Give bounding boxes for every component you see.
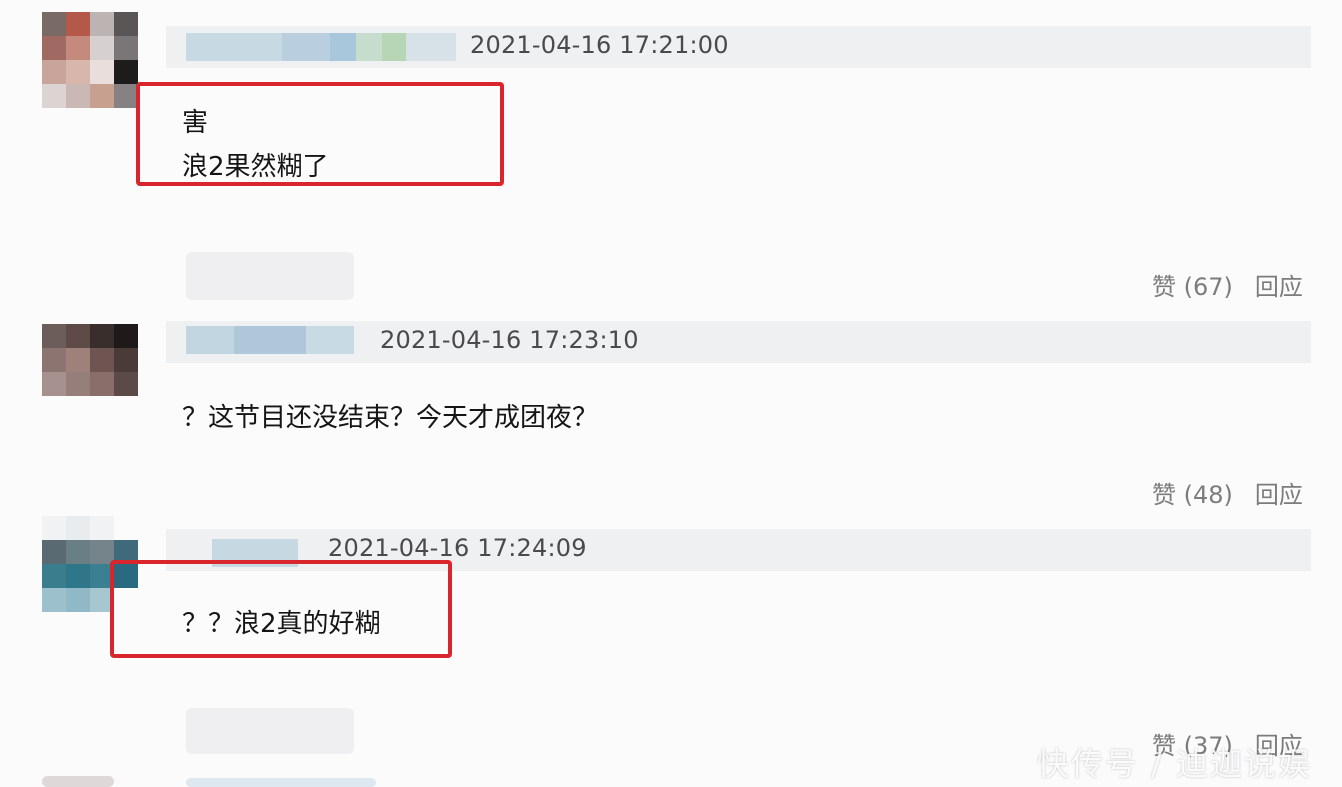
comment-1-actions: 赞 (67) 回应 [1152,267,1303,302]
comment-3-timestamp: 2021-04-16 17:24:09 [328,534,587,562]
comment-2-line-1: ？这节目还没结束？今天才成团夜？ [182,403,599,433]
next-comment-avatar [42,776,114,787]
comment-1-username[interactable] [186,33,456,61]
watermark: 快传号 / 迪迦说娱 [1036,745,1312,783]
next-comment-header [186,778,376,787]
comment-feed: 2021-04-16 17:21:00 害 浪2果然糊了 赞 (67) 回应 2… [0,0,1342,787]
comment-2-timestamp: 2021-04-16 17:23:10 [380,326,639,354]
highlight-box-2 [110,560,452,658]
blurred-username [186,708,354,754]
like-button[interactable]: 赞 (67) [1152,267,1233,302]
reply-button[interactable]: 回应 [1255,475,1303,510]
avatar-comment-1[interactable] [42,12,138,132]
blurred-username [186,252,354,300]
highlight-box-1 [136,82,504,186]
comment-2-actions: 赞 (48) 回应 [1152,475,1303,510]
comment-2-text: ？这节目还没结束？今天才成团夜？ [182,396,598,440]
comment-1-timestamp: 2021-04-16 17:21:00 [470,31,729,59]
like-button[interactable]: 赞 (48) [1152,475,1233,510]
avatar-comment-2[interactable] [42,300,138,420]
comment-2-username[interactable] [186,326,354,354]
reply-button[interactable]: 回应 [1255,267,1303,302]
